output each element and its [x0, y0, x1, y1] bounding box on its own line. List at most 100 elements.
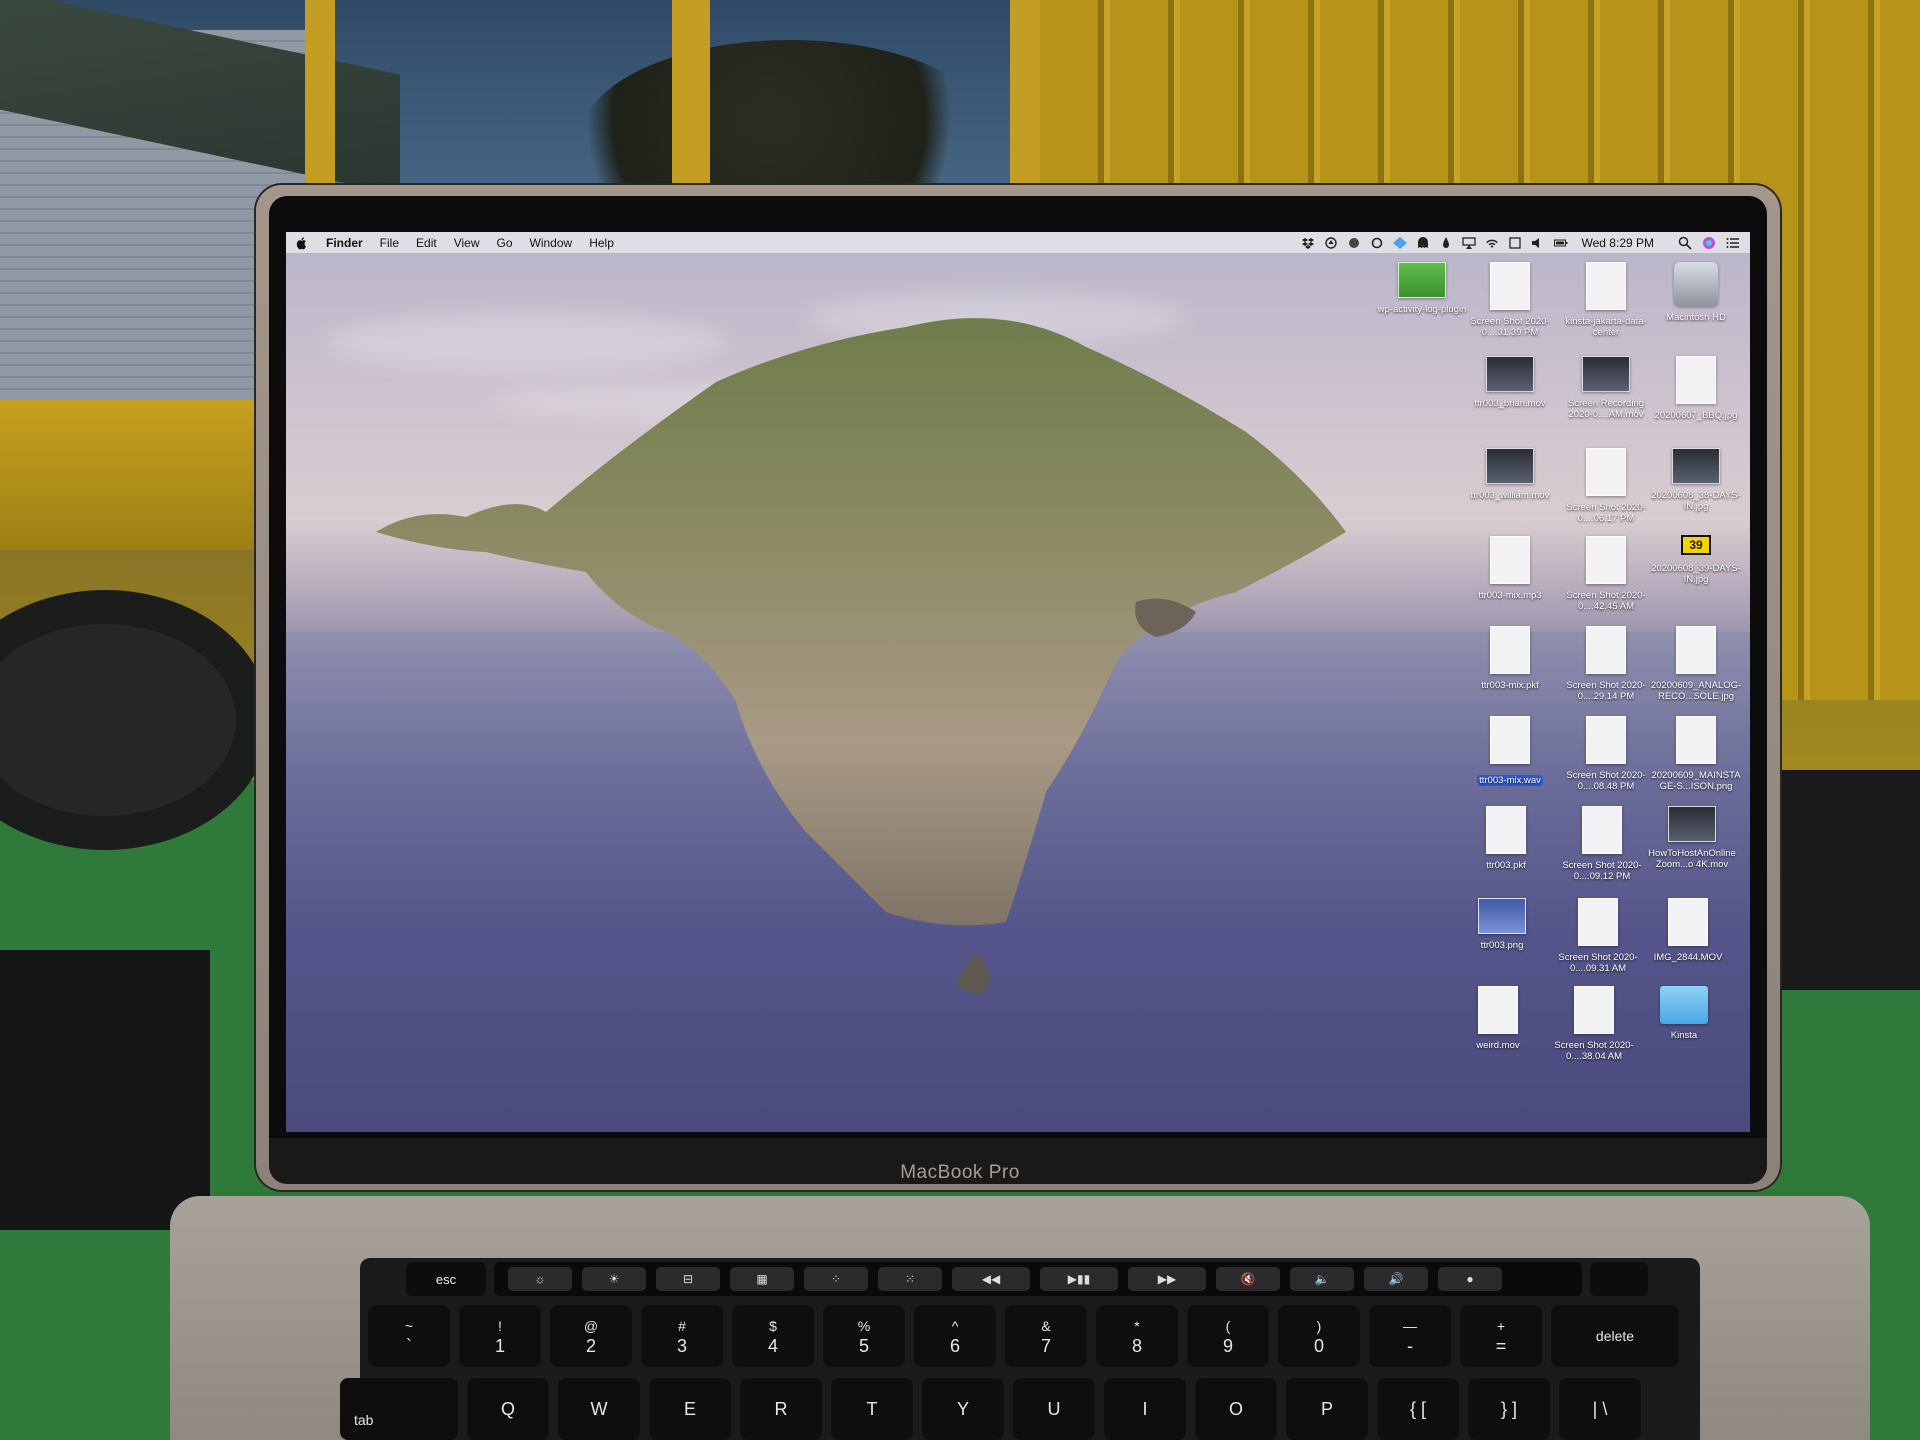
- desktop-icon[interactable]: ttr003-mix.wav: [1464, 716, 1556, 788]
- key-w[interactable]: W: [558, 1378, 640, 1440]
- key-right-bracket[interactable]: } ]: [1468, 1378, 1550, 1440]
- desktop-icon[interactable]: 20200609_MAINSTAGE-S...ISON.png: [1650, 716, 1742, 792]
- rewind-button[interactable]: ◀◀: [952, 1267, 1030, 1291]
- siri-button[interactable]: ●: [1438, 1267, 1502, 1291]
- touch-bar: ☼ ☀ ⊟ ▦ ⁘ ⁙ ◀◀ ▶▮▮ ▶▶ 🔇 🔈 🔊 ●: [494, 1262, 1582, 1296]
- mute-button[interactable]: 🔇: [1216, 1267, 1280, 1291]
- desktop-icon[interactable]: Screen Shot 2020-0....09.31 AM: [1552, 898, 1644, 974]
- key-y[interactable]: Y: [922, 1378, 1004, 1440]
- brightness-down-button[interactable]: ☼: [508, 1267, 572, 1291]
- key-7[interactable]: & 7: [1005, 1305, 1087, 1367]
- launchpad-button[interactable]: ▦: [730, 1267, 794, 1291]
- desktop-icon[interactable]: 39 20200608_39-DAYS-IN.jpg: [1650, 526, 1742, 585]
- desktop-icon[interactable]: Screen Shot 2020-0....08.48 PM: [1560, 716, 1652, 792]
- battery-icon[interactable]: [1553, 237, 1568, 249]
- key-u[interactable]: U: [1013, 1378, 1095, 1440]
- desktop-icon[interactable]: ttr003_brian.mov: [1464, 356, 1556, 409]
- desktop-icon[interactable]: ttr003.png: [1456, 898, 1548, 951]
- desktop-icon[interactable]: Screen Shot 2020-0....06.17 PM: [1560, 448, 1652, 524]
- desktop-screen[interactable]: Finder File Edit View Go Window Help Wed…: [286, 232, 1750, 1132]
- key-0[interactable]: ) 0: [1278, 1305, 1360, 1367]
- key-1[interactable]: ! 1: [459, 1305, 541, 1367]
- desktop-icon[interactable]: Screen Recording 2020-0....AM.mov: [1560, 356, 1652, 420]
- key-q[interactable]: Q: [467, 1378, 549, 1440]
- keyboard-light-up-button[interactable]: ⁙: [878, 1267, 942, 1291]
- vpn-icon[interactable]: [1392, 236, 1407, 249]
- desktop-icon[interactable]: kinsta-jakarta-data-center: [1560, 262, 1652, 338]
- key-tab[interactable]: tab: [340, 1378, 458, 1440]
- desktop-icon[interactable]: Macintosh HD: [1650, 262, 1742, 323]
- wifi-icon[interactable]: [1485, 237, 1499, 249]
- fast-forward-button[interactable]: ▶▶: [1128, 1267, 1206, 1291]
- key-e[interactable]: E: [649, 1378, 731, 1440]
- key-p[interactable]: P: [1286, 1378, 1368, 1440]
- menu-go[interactable]: Go: [497, 236, 513, 250]
- desktop-icon[interactable]: IMG_2844.MOV: [1642, 898, 1734, 963]
- desktop-icon[interactable]: ttr003_william.mov: [1464, 448, 1556, 501]
- key-delete[interactable]: delete: [1551, 1305, 1679, 1367]
- key-o[interactable]: O: [1195, 1378, 1277, 1440]
- menu-help[interactable]: Help: [589, 236, 614, 250]
- desktop-icon[interactable]: ttr003-mix.mp3: [1464, 536, 1556, 601]
- key-left-bracket[interactable]: { [: [1377, 1378, 1459, 1440]
- key-2[interactable]: @2: [550, 1305, 632, 1367]
- dropbox-icon[interactable]: [1301, 237, 1315, 249]
- menu-app-finder[interactable]: Finder: [326, 236, 363, 250]
- key-i[interactable]: I: [1104, 1378, 1186, 1440]
- desktop-icon[interactable]: Screen Shot 2020-0....09.12 PM: [1556, 806, 1648, 882]
- key-3[interactable]: #3: [641, 1305, 723, 1367]
- key-4[interactable]: $4: [732, 1305, 814, 1367]
- desktop-icon[interactable]: Kinsta: [1638, 986, 1730, 1041]
- apple-icon[interactable]: [296, 236, 308, 250]
- keyboard-light-down-button[interactable]: ⁘: [804, 1267, 868, 1291]
- spotlight-search-icon[interactable]: [1678, 236, 1692, 250]
- key-8[interactable]: * 8: [1096, 1305, 1178, 1367]
- desktop-icon[interactable]: Screen Shot 2020-0....38.04 AM: [1548, 986, 1640, 1062]
- key-minus[interactable]: — -: [1369, 1305, 1451, 1367]
- droplet-icon[interactable]: [1439, 236, 1453, 249]
- upload-icon[interactable]: [1324, 236, 1338, 249]
- file-label: Screen Shot 2020-0....09.12 PM: [1562, 860, 1642, 882]
- esc-key[interactable]: esc: [406, 1262, 486, 1296]
- airplay-icon[interactable]: [1461, 236, 1476, 249]
- key-r[interactable]: R: [740, 1378, 822, 1440]
- desktop-icon[interactable]: 20200608_38-DAYS-IN.jpg: [1650, 448, 1742, 512]
- desktop-icon[interactable]: ttr003-mix.pkf: [1464, 626, 1556, 691]
- touch-bar-row: esc ☼ ☀ ⊟ ▦ ⁘ ⁙ ◀◀ ▶▮▮ ▶▶ 🔇 🔈 🔊 ●: [406, 1262, 1648, 1296]
- menu-edit[interactable]: Edit: [416, 236, 437, 250]
- volume-up-button[interactable]: 🔊: [1364, 1267, 1428, 1291]
- cloud-sync-icon[interactable]: [1347, 237, 1361, 249]
- mission-control-button[interactable]: ⊟: [656, 1267, 720, 1291]
- key-equals[interactable]: + =: [1460, 1305, 1542, 1367]
- play-pause-button[interactable]: ▶▮▮: [1040, 1267, 1118, 1291]
- brightness-up-button[interactable]: ☀: [582, 1267, 646, 1291]
- desktop-icon[interactable]: wp-activity-log-plugin: [1376, 262, 1468, 315]
- desktop-icon[interactable]: HowToHostAnOnlineZoom...o 4K.mov: [1646, 806, 1738, 870]
- desktop-icon[interactable]: Screen Shot 2020-0....42.45 AM: [1560, 536, 1652, 612]
- display-icon[interactable]: [1508, 236, 1522, 249]
- siri-icon[interactable]: [1702, 236, 1716, 250]
- ring-icon[interactable]: [1370, 237, 1384, 249]
- desktop-icon[interactable]: Screen Shot 2020-0....29.14 PM: [1560, 626, 1652, 702]
- key-t[interactable]: T: [831, 1378, 913, 1440]
- desktop-icon[interactable]: ttr003.pkf: [1460, 806, 1552, 871]
- touch-id-key[interactable]: [1590, 1262, 1648, 1296]
- menu-file[interactable]: File: [380, 236, 399, 250]
- key-backslash[interactable]: | \: [1559, 1378, 1641, 1440]
- volume-icon[interactable]: [1531, 237, 1545, 249]
- key-6[interactable]: ^ 6: [914, 1305, 996, 1367]
- menubar-clock[interactable]: Wed 8:29 PM: [1582, 236, 1654, 250]
- ghost-icon[interactable]: [1416, 236, 1430, 249]
- volume-down-button[interactable]: 🔈: [1290, 1267, 1354, 1291]
- key-backtick[interactable]: ~ `: [368, 1305, 450, 1367]
- menu-window[interactable]: Window: [530, 236, 573, 250]
- key-9[interactable]: (9: [1187, 1305, 1269, 1367]
- key-label: 3: [676, 1336, 687, 1356]
- notification-center-icon[interactable]: [1726, 236, 1740, 250]
- menu-view[interactable]: View: [454, 236, 480, 250]
- key-5[interactable]: % 5: [823, 1305, 905, 1367]
- desktop-icon[interactable]: Screen Shot 2020-0....31.39 PM: [1464, 262, 1556, 338]
- desktop-icon[interactable]: 20200607_BBQ.jpg: [1650, 356, 1742, 421]
- desktop-icon[interactable]: weird.mov: [1452, 986, 1544, 1051]
- desktop-icon[interactable]: 20200609_ANALOG-RECO...SOLE.jpg: [1650, 626, 1742, 702]
